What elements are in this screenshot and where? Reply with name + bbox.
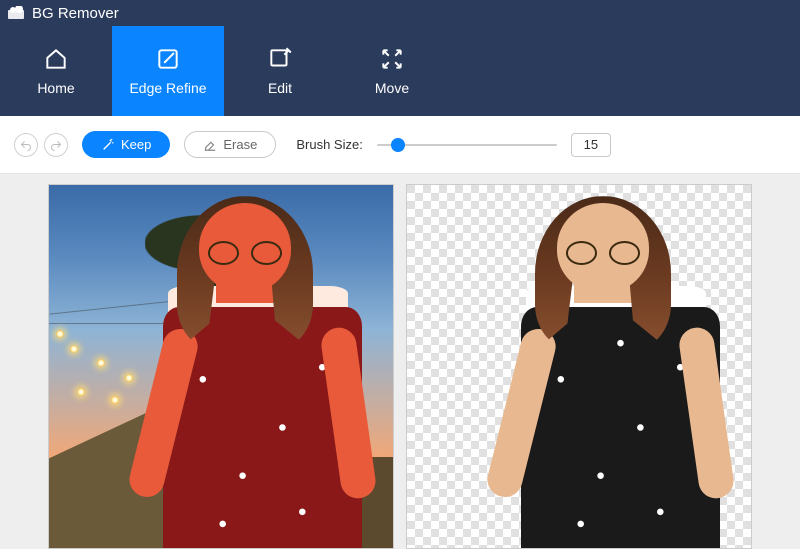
- slider-thumb[interactable]: [391, 138, 405, 152]
- nav-move[interactable]: Move: [336, 26, 448, 116]
- result-preview-panel[interactable]: [406, 184, 752, 549]
- undo-icon: [20, 139, 32, 151]
- title-bar: BG Remover: [0, 0, 800, 26]
- brush-size-slider[interactable]: [377, 135, 557, 155]
- keep-wand-icon: [101, 138, 115, 152]
- subject-figure: [159, 203, 379, 548]
- workspace: [0, 174, 800, 549]
- erase-label: Erase: [223, 137, 257, 152]
- move-icon: [379, 46, 405, 72]
- original-preview-panel[interactable]: [48, 184, 394, 549]
- erase-button[interactable]: Erase: [184, 131, 276, 158]
- history-controls: [14, 133, 68, 157]
- redo-button[interactable]: [44, 133, 68, 157]
- nav-edit[interactable]: Edit: [224, 26, 336, 116]
- erase-icon: [203, 138, 217, 152]
- main-nav: Home Edge Refine Edit Move: [0, 26, 800, 116]
- edge-refine-icon: [155, 46, 181, 72]
- redo-icon: [50, 139, 62, 151]
- app-title: BG Remover: [32, 5, 119, 22]
- home-icon: [43, 46, 69, 72]
- subject-cutout: [517, 203, 737, 548]
- brush-size-label: Brush Size:: [296, 137, 362, 152]
- keep-button[interactable]: Keep: [82, 131, 170, 158]
- nav-label: Edge Refine: [129, 80, 206, 96]
- edit-icon: [267, 46, 293, 72]
- brush-size-input[interactable]: [571, 133, 611, 157]
- nav-edge-refine[interactable]: Edge Refine: [112, 26, 224, 116]
- nav-home[interactable]: Home: [0, 26, 112, 116]
- keep-label: Keep: [121, 137, 151, 152]
- nav-label: Move: [375, 80, 409, 96]
- nav-label: Home: [37, 80, 74, 96]
- toolbar: Keep Erase Brush Size:: [0, 116, 800, 174]
- nav-label: Edit: [268, 80, 292, 96]
- app-logo-icon: [8, 6, 26, 20]
- undo-button[interactable]: [14, 133, 38, 157]
